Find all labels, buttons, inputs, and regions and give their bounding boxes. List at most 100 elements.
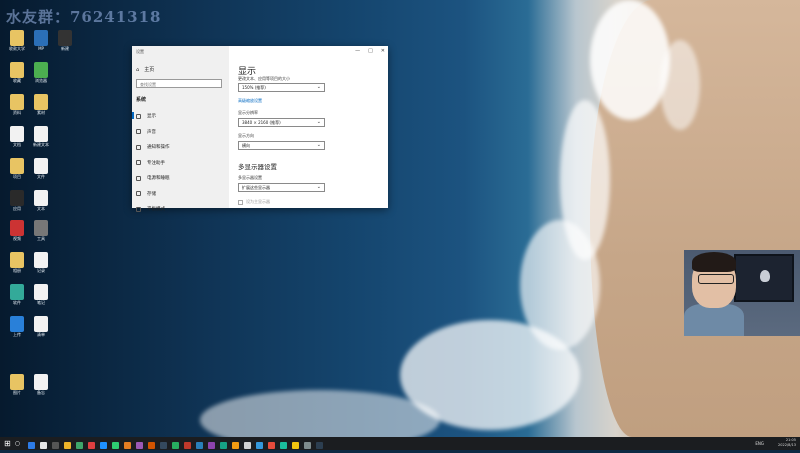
nav-item[interactable]: 显示 — [132, 112, 156, 119]
search-icon[interactable]: ○ — [15, 440, 20, 447]
notification-icon — [136, 144, 141, 150]
desktop-icon-doc[interactable]: 文本 — [26, 190, 56, 211]
desktop-icon-doc[interactable]: 记录 — [26, 252, 56, 273]
language-indicator[interactable]: ENG — [755, 441, 764, 446]
taskbar-app-icon[interactable] — [136, 442, 144, 449]
folder-icon — [10, 30, 24, 46]
orientation-label: 显示方向 — [238, 133, 254, 138]
desktop-icon-label: 新建文本 — [33, 142, 49, 147]
taskbar-app-icon[interactable] — [172, 442, 180, 449]
nav-item[interactable]: 平板模式 — [136, 206, 165, 212]
app-icon — [34, 220, 48, 236]
moon-icon — [136, 160, 141, 165]
taskbar-app-icon[interactable] — [256, 442, 264, 449]
taskbar-app-icon[interactable] — [244, 442, 252, 449]
chrome-icon — [34, 62, 48, 78]
desktop-icon-doc[interactable]: 笔记 — [26, 284, 56, 305]
doc-icon — [10, 126, 24, 142]
main-display-checkbox[interactable]: 设为主显示器 — [238, 199, 270, 205]
taskbar-app-icon[interactable] — [220, 442, 228, 449]
taskbar-app-icon[interactable] — [52, 442, 60, 449]
nav-item[interactable]: 通知和操作 — [136, 144, 170, 150]
taskbar-app-icon[interactable] — [100, 442, 108, 449]
taskbar-app-icon[interactable] — [196, 442, 204, 449]
taskbar-app-icon[interactable] — [76, 442, 84, 449]
taskbar-app-icon[interactable] — [316, 442, 324, 449]
taskbar-app-icons — [26, 434, 326, 453]
power-icon — [136, 175, 141, 181]
folder-icon — [10, 158, 24, 174]
desktop-icon-app[interactable]: 新建 — [50, 30, 80, 51]
taskbar-app-icon[interactable] — [280, 442, 288, 449]
settings-main: 显示 更改文本、应用等项目的大小 150% (推荐) 高级缩放设置 显示分辨率 … — [238, 46, 384, 208]
desktop-icon-label: 文本 — [37, 206, 45, 211]
desktop-icon-chrome[interactable]: 浏览器 — [26, 62, 56, 83]
desktop-icon-label: 清单 — [37, 332, 45, 337]
taskbar-app-icon[interactable] — [184, 442, 192, 449]
desktop-icon-doc[interactable]: 清单 — [26, 316, 56, 337]
taskbar-app-icon[interactable] — [160, 442, 168, 449]
nav-item[interactable]: 电源和睡眠 — [136, 175, 170, 181]
nav-item-label: 专注助手 — [147, 160, 165, 166]
nav-item[interactable]: 专注助手 — [136, 160, 165, 166]
taskbar: ⊞ ○ ENG 21:05 2022/8/13 — [0, 437, 800, 450]
taskbar-app-icon[interactable] — [28, 442, 36, 449]
nav-item-label: 声音 — [147, 129, 156, 135]
nav-group-title: 系统 — [136, 97, 147, 103]
webcam-person-body — [684, 304, 744, 336]
app-icon — [10, 284, 24, 300]
multi-display-dropdown[interactable]: 扩展这些显示器 — [238, 183, 325, 192]
desktop-icon-app[interactable]: 工具 — [26, 220, 56, 241]
desktop-icon-folder[interactable]: 素材 — [26, 94, 56, 115]
taskbar-app-icon[interactable] — [124, 442, 132, 449]
doc-icon — [34, 126, 48, 142]
nav-item-label: 电源和睡眠 — [147, 176, 170, 181]
resolution-dropdown[interactable]: 3840 × 2160 (推荐) — [238, 118, 325, 127]
desktop-icon-doc[interactable]: 新建文本 — [26, 126, 56, 147]
desktop-icon-doc[interactable]: 备忘 — [26, 374, 56, 395]
desktop-icon-label: 记录 — [37, 268, 45, 273]
scale-dropdown[interactable]: 150% (推荐) — [238, 83, 325, 92]
taskbar-app-icon[interactable] — [208, 442, 216, 449]
desktop-icon-label: 文件 — [37, 174, 45, 179]
webcam-overlay — [684, 250, 800, 336]
orientation-dropdown[interactable]: 横向 — [238, 141, 325, 150]
folder-icon — [10, 374, 24, 390]
nav-item-label: 存储 — [147, 191, 156, 197]
doc-icon — [34, 316, 48, 332]
stream-watermark: 水友群：76241318 — [6, 8, 162, 26]
nav-item[interactable]: 声音 — [136, 129, 156, 135]
taskbar-app-icon[interactable] — [88, 442, 96, 449]
taskbar-app-icon[interactable] — [64, 442, 72, 449]
doc-icon — [34, 374, 48, 390]
taskbar-app-icon[interactable] — [40, 442, 48, 449]
folder-icon — [10, 94, 24, 110]
clock-date[interactable]: 2022/8/13 — [778, 443, 796, 448]
system-tray: ENG 21:05 2022/8/13 — [755, 438, 796, 448]
advanced-scaling-link[interactable]: 高级缩放设置 — [238, 98, 262, 104]
desktop-icon-doc[interactable]: 文件 — [26, 158, 56, 179]
taskbar-app-icon[interactable] — [112, 442, 120, 449]
window-title: 设置 — [136, 49, 144, 54]
taskbar-app-icon[interactable] — [232, 442, 240, 449]
settings-search-input[interactable]: 查找设置 — [136, 79, 222, 88]
nav-item[interactable]: 存储 — [136, 191, 156, 197]
taskbar-app-icon[interactable] — [292, 442, 300, 449]
wave-foam — [660, 40, 700, 130]
settings-window: 设置 ⌂ 主页 查找设置 系统 显示声音通知和操作专注助手电源和睡眠存储平板模式… — [132, 46, 388, 212]
taskbar-app-icon[interactable] — [304, 442, 312, 449]
start-button[interactable]: ⊞ — [4, 439, 11, 448]
webcam-person-hair — [692, 252, 736, 272]
app-icon — [58, 30, 72, 46]
checkbox-label: 设为主显示器 — [246, 199, 270, 204]
wave-foam — [200, 390, 440, 437]
folder-icon — [34, 94, 48, 110]
app-icon — [10, 220, 24, 236]
taskbar-app-icon[interactable] — [268, 442, 276, 449]
taskbar-app-icon[interactable] — [148, 442, 156, 449]
folder-icon — [10, 252, 24, 268]
webcam-monitor — [734, 254, 794, 302]
multi-display-heading: 多显示器设置 — [238, 163, 277, 171]
checkbox-box[interactable] — [238, 199, 243, 205]
nav-home[interactable]: ⌂ 主页 — [136, 66, 154, 74]
